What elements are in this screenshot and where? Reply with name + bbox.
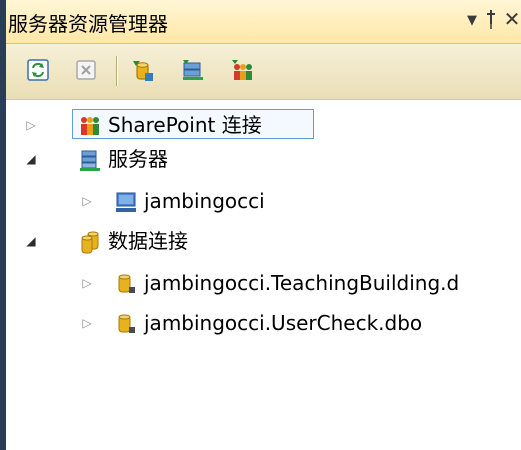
tree-node-server-jambingocci[interactable]: ▷ jambingocci	[6, 184, 521, 220]
connect-sharepoint-icon	[232, 60, 252, 80]
connect-to-server-button[interactable]	[180, 58, 204, 82]
stop-icon	[76, 60, 96, 80]
close-icon[interactable]: ✕	[502, 7, 521, 31]
toolbar-separator	[116, 56, 117, 86]
expanded-arrow-icon[interactable]: ◢	[24, 233, 38, 249]
tree-node-data-connections[interactable]: ◢ 数据连接	[6, 224, 521, 260]
connect-server-icon	[183, 60, 203, 80]
auto-hide-pin-icon[interactable]	[482, 7, 500, 36]
stop-refresh-button[interactable]	[74, 58, 98, 82]
servers-icon	[78, 148, 102, 172]
tree-node-sharepoint-connections[interactable]: ▷ SharePoint 连接	[6, 108, 521, 144]
tree-node-connection-teachingbuilding[interactable]: ▷ jambingocci.TeachingBuilding.d	[6, 266, 521, 302]
tree-node-label: SharePoint 连接	[108, 113, 262, 137]
collapsed-arrow-icon[interactable]: ▷	[80, 193, 94, 209]
refresh-button[interactable]	[26, 58, 50, 82]
tree-node-servers[interactable]: ◢ 服务器	[6, 142, 521, 178]
sharepoint-icon	[78, 114, 102, 138]
window-position-dropdown-icon[interactable]: ▼	[464, 9, 480, 33]
title-bar[interactable]: 服务器资源管理器 ▼ ✕	[6, 0, 521, 44]
tree-node-label: jambingocci.TeachingBuilding.d	[144, 271, 460, 295]
pin-icon	[487, 10, 495, 29]
database-connection-icon	[114, 272, 138, 296]
connect-to-database-button[interactable]	[130, 58, 154, 82]
server-explorer-window: 服务器资源管理器 ▼ ✕ ▷ SharePoint 连接 ◢ 服务器 ▷ jam…	[0, 0, 521, 450]
database-connection-icon	[114, 312, 138, 336]
collapsed-arrow-icon[interactable]: ▷	[24, 117, 38, 133]
tree-node-label: 服务器	[108, 147, 168, 171]
tree-node-label: 数据连接	[108, 229, 188, 253]
connect-to-sharepoint-button[interactable]	[230, 58, 254, 82]
tree-node-connection-usercheck[interactable]: ▷ jambingocci.UserCheck.dbo	[6, 306, 521, 342]
tree-node-label: jambingocci	[144, 189, 265, 213]
expanded-arrow-icon[interactable]: ◢	[24, 151, 38, 167]
connect-database-icon	[133, 61, 153, 81]
window-title: 服务器资源管理器	[8, 12, 168, 36]
computer-icon	[114, 190, 138, 214]
tree-node-label: jambingocci.UserCheck.dbo	[144, 311, 423, 335]
collapsed-arrow-icon[interactable]: ▷	[80, 275, 94, 291]
server-explorer-tree: ▷ SharePoint 连接 ◢ 服务器 ▷ jambingocci ◢ 数据…	[6, 100, 521, 450]
toolbar	[6, 44, 521, 100]
collapsed-arrow-icon[interactable]: ▷	[80, 315, 94, 331]
data-connections-icon	[78, 230, 102, 254]
refresh-icon	[27, 59, 49, 81]
